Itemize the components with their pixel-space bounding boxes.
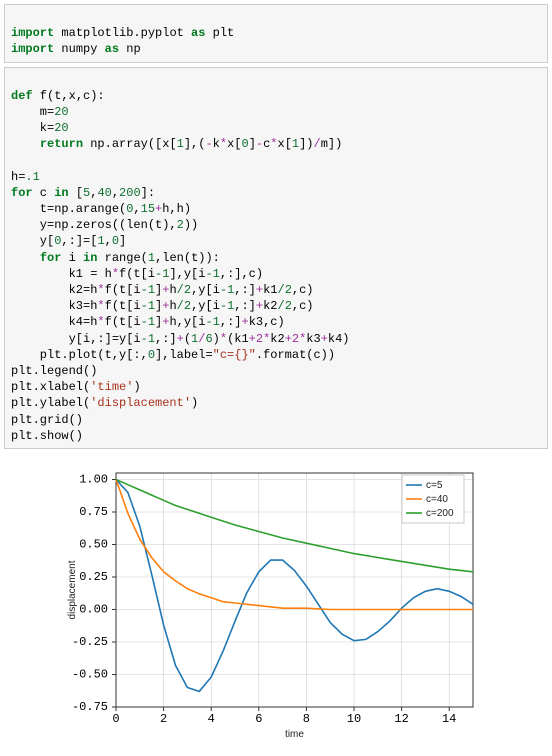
code-block-imports: import matplotlib.pyplot as plt import n… (4, 4, 548, 63)
svg-text:-0.25: -0.25 (72, 635, 108, 649)
chart-output: 0 2 4 6 8 10 12 14 -0.75 -0.50 -0.25 0.00 0.25 0.50 0.… (0, 453, 552, 756)
svg-text:0.75: 0.75 (79, 505, 108, 519)
svg-text:14: 14 (442, 712, 456, 726)
svg-text:0.00: 0.00 (79, 602, 108, 616)
legend-item: c=200 (426, 508, 454, 519)
svg-text:-0.50: -0.50 (72, 667, 108, 681)
svg-text:0: 0 (112, 712, 119, 726)
svg-text:0.25: 0.25 (79, 570, 108, 584)
svg-text:2: 2 (160, 712, 167, 726)
svg-text:-0.75: -0.75 (72, 700, 108, 714)
code-block-main: def f(t,x,c): m=20 k=20 return np.array(… (4, 67, 548, 449)
svg-text:1.00: 1.00 (79, 472, 108, 486)
svg-text:10: 10 (347, 712, 361, 726)
svg-text:6: 6 (255, 712, 262, 726)
legend-item: c=5 (426, 480, 443, 491)
legend-item: c=40 (426, 494, 448, 505)
y-axis-label: displacement (67, 560, 78, 619)
x-axis-label: time (285, 729, 304, 740)
svg-text:0.50: 0.50 (79, 537, 108, 551)
svg-text:4: 4 (208, 712, 215, 726)
svg-text:8: 8 (303, 712, 310, 726)
kw-import: import (11, 26, 54, 40)
svg-text:12: 12 (394, 712, 408, 726)
line-chart: 0 2 4 6 8 10 12 14 -0.75 -0.50 -0.25 0.00 0.25 0.50 0.… (61, 463, 491, 743)
